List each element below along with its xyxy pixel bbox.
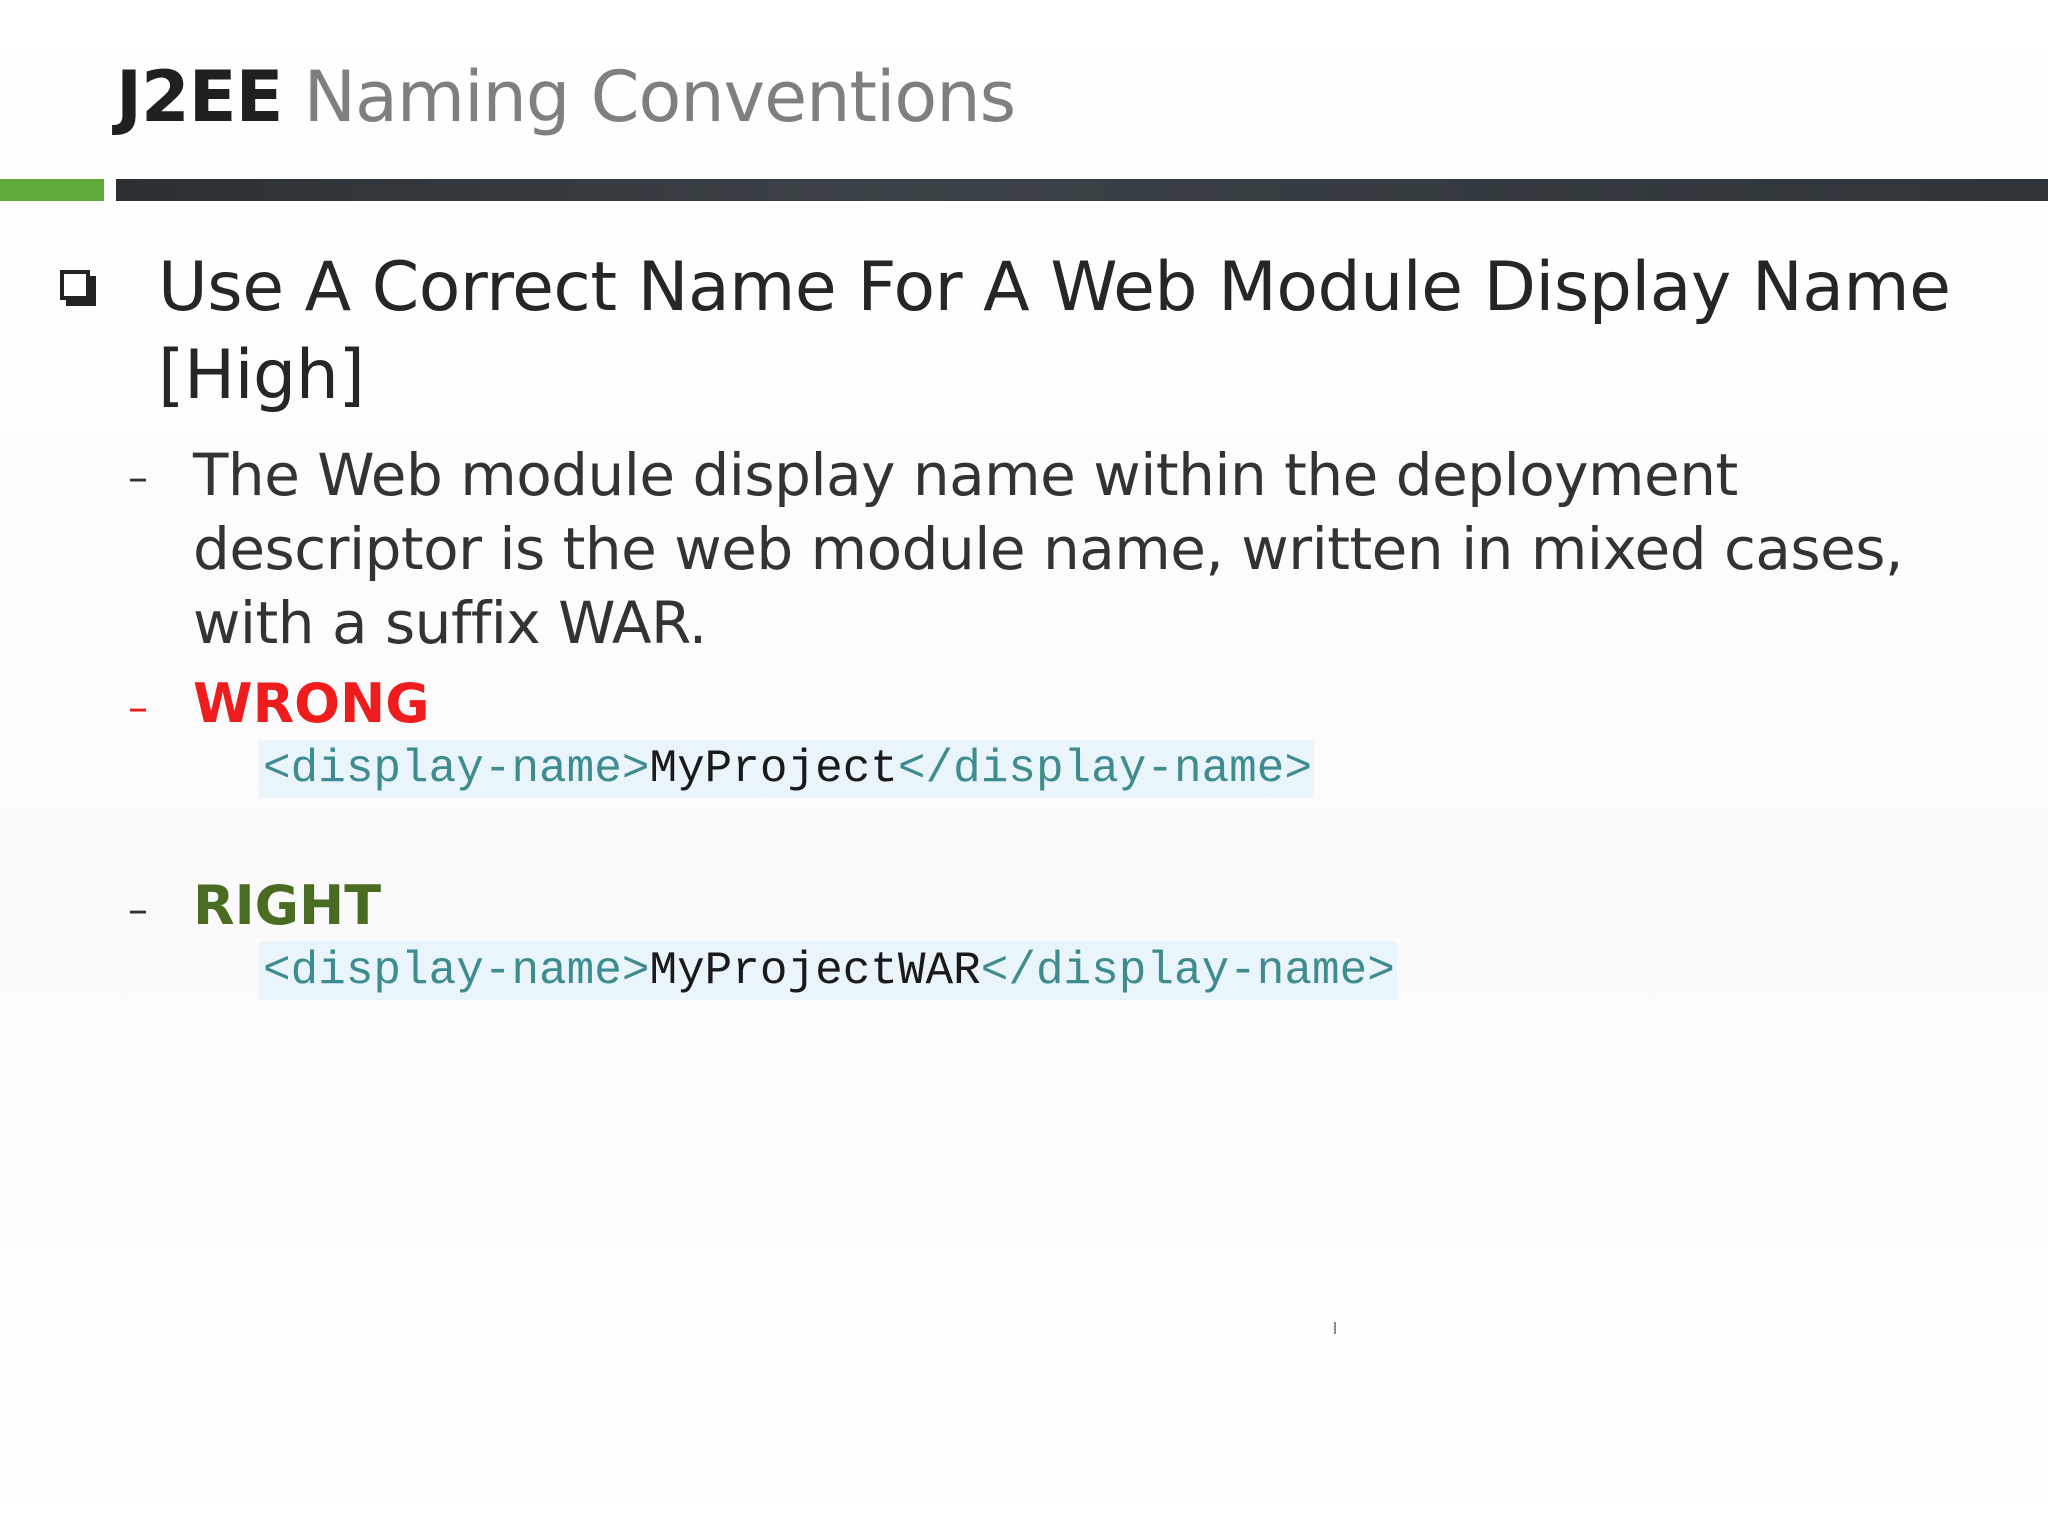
title-light: Naming Conventions: [303, 56, 1016, 138]
wrong-code-snippet: <display-name>MyProject</display-name>: [259, 740, 1314, 798]
accent-bar: [0, 179, 104, 201]
dash-icon: –: [128, 455, 148, 501]
code-close-tag: </display-name>: [897, 743, 1312, 795]
description-text: The Web module display name within the d…: [193, 441, 1903, 657]
title-bold: J2EE: [116, 56, 283, 138]
slide-title: J2EE Naming Conventions: [116, 52, 1016, 142]
checkbox-square-icon: [60, 270, 98, 308]
right-label: RIGHT: [193, 874, 382, 937]
main-point: Use A Correct Name For A Web Module Disp…: [158, 248, 1951, 415]
code-open-tag: <display-name>: [263, 743, 650, 795]
right-code-snippet: <display-name>MyProjectWAR</display-name…: [259, 942, 1397, 1000]
dash-icon: –: [128, 685, 148, 731]
wrong-label: WRONG: [193, 672, 430, 735]
dash-icon: –: [128, 887, 148, 933]
code-value: MyProject: [649, 743, 898, 795]
code-value: MyProjectWAR: [649, 945, 981, 997]
code-close-tag: </display-name>: [980, 945, 1395, 997]
artifact-mark: [1334, 1322, 1336, 1334]
code-open-tag: <display-name>: [263, 945, 650, 997]
header-bar: [116, 179, 2048, 201]
slide: J2EE Naming Conventions Use A Correct Na…: [0, 0, 2048, 1536]
